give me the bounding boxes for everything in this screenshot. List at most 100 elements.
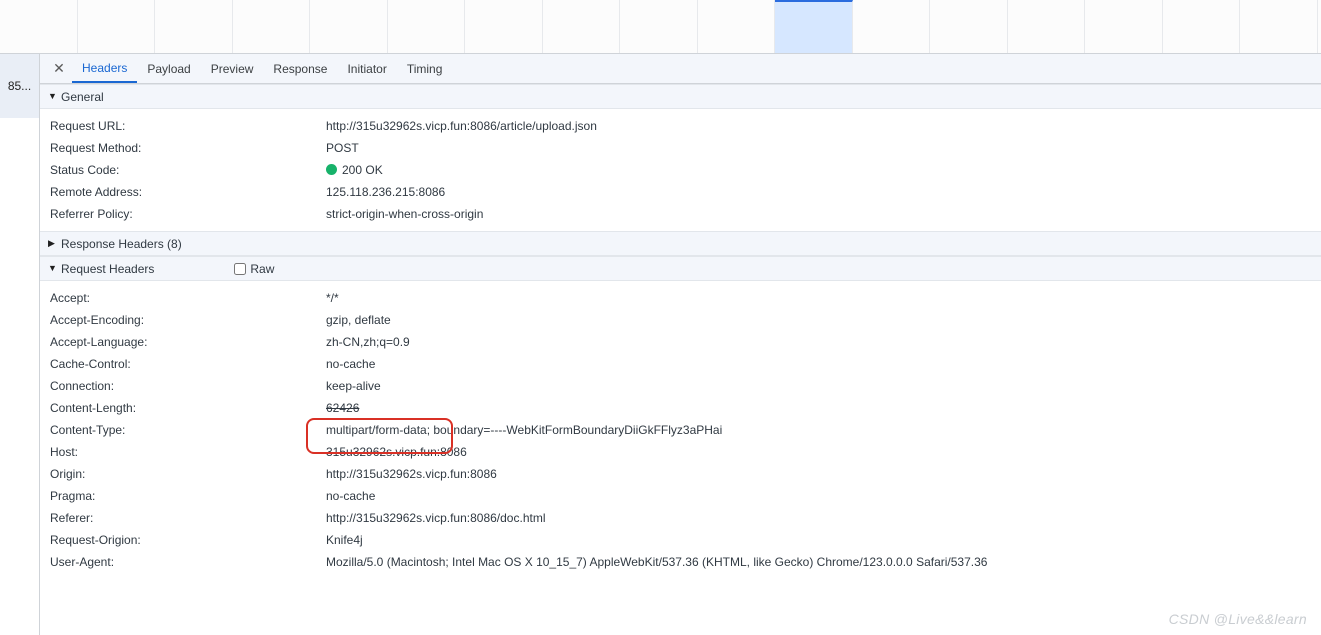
header-value: http://315u32962s.vicp.fun:8086 <box>326 463 1321 485</box>
request-headers-list: Accept:*/*Accept-Encoding:gzip, deflateA… <box>40 281 1321 579</box>
section-response-headers-header[interactable]: Response Headers (8) <box>40 231 1321 256</box>
section-request-headers-title: Request Headers <box>61 262 154 276</box>
timeline-strip <box>0 0 1321 54</box>
status-dot-icon <box>326 164 337 175</box>
tab-timing[interactable]: Timing <box>397 54 453 83</box>
header-row: Request URL:http://315u32962s.vicp.fun:8… <box>50 115 1321 137</box>
raw-checkbox[interactable] <box>234 263 246 275</box>
header-value: no-cache <box>326 353 1321 375</box>
header-row: Connection:keep-alive <box>50 375 1321 397</box>
tab-response[interactable]: Response <box>263 54 337 83</box>
header-row: Origin:http://315u32962s.vicp.fun:8086 <box>50 463 1321 485</box>
header-value: no-cache <box>326 485 1321 507</box>
header-key: Remote Address: <box>50 181 326 203</box>
header-row: Content-Type:multipart/form-data; bounda… <box>50 419 1321 441</box>
timeline-cell <box>1008 0 1086 53</box>
header-key: Request URL: <box>50 115 326 137</box>
header-key: Accept: <box>50 287 326 309</box>
header-value: 125.118.236.215:8086 <box>326 181 1321 203</box>
timeline-cell-active <box>775 0 853 53</box>
header-key: User-Agent: <box>50 551 326 573</box>
request-list-item[interactable]: 85... <box>0 54 39 118</box>
timeline-cell <box>0 0 78 53</box>
header-row: User-Agent:Mozilla/5.0 (Macintosh; Intel… <box>50 551 1321 573</box>
timeline-cell <box>698 0 776 53</box>
timeline-cell <box>310 0 388 53</box>
header-row: Referer:http://315u32962s.vicp.fun:8086/… <box>50 507 1321 529</box>
header-value: http://315u32962s.vicp.fun:8086/article/… <box>326 115 1321 137</box>
header-value: Knife4j <box>326 529 1321 551</box>
tab-headers[interactable]: Headers <box>72 54 137 83</box>
header-row: Host:315u32962s.vicp.fun:8086 <box>50 441 1321 463</box>
timeline-cell <box>853 0 931 53</box>
section-response-headers-title: Response Headers (8) <box>61 237 182 251</box>
header-row: Accept-Encoding:gzip, deflate <box>50 309 1321 331</box>
header-row: Accept:*/* <box>50 287 1321 309</box>
section-general-header[interactable]: General <box>40 84 1321 109</box>
tab-payload[interactable]: Payload <box>137 54 200 83</box>
timeline-cell <box>1240 0 1318 53</box>
chevron-down-icon <box>48 91 57 102</box>
header-key: Host: <box>50 441 326 463</box>
watermark: CSDN @Live&&learn <box>1169 611 1307 627</box>
header-value: 62426 <box>326 397 1321 419</box>
timeline-cell <box>620 0 698 53</box>
header-row: Content-Length:62426 <box>50 397 1321 419</box>
header-value: Mozilla/5.0 (Macintosh; Intel Mac OS X 1… <box>326 551 1321 573</box>
header-value: zh-CN,zh;q=0.9 <box>326 331 1321 353</box>
header-value: strict-origin-when-cross-origin <box>326 203 1321 225</box>
timeline-cell <box>155 0 233 53</box>
header-key: Content-Length: <box>50 397 326 419</box>
section-request-headers-header[interactable]: Request Headers Raw <box>40 256 1321 281</box>
close-icon[interactable]: ✕ <box>46 54 72 83</box>
header-row: Status Code:200 OK <box>50 159 1321 181</box>
timeline-cell <box>1085 0 1163 53</box>
header-value: 200 OK <box>326 159 1321 181</box>
header-value: gzip, deflate <box>326 309 1321 331</box>
header-key: Origin: <box>50 463 326 485</box>
request-list[interactable]: 85... <box>0 54 40 635</box>
timeline-cell <box>1163 0 1241 53</box>
timeline-cell <box>78 0 156 53</box>
header-row: Cache-Control:no-cache <box>50 353 1321 375</box>
header-key: Content-Type: <box>50 419 326 441</box>
header-key: Referrer Policy: <box>50 203 326 225</box>
timeline-cell <box>388 0 466 53</box>
header-value: */* <box>326 287 1321 309</box>
header-value: 315u32962s.vicp.fun:8086 <box>326 441 1321 463</box>
header-value: multipart/form-data; boundary=----WebKit… <box>326 419 1321 441</box>
chevron-down-icon <box>48 263 57 274</box>
header-key: Referer: <box>50 507 326 529</box>
header-key: Request-Origion: <box>50 529 326 551</box>
header-value: http://315u32962s.vicp.fun:8086/doc.html <box>326 507 1321 529</box>
header-key: Cache-Control: <box>50 353 326 375</box>
header-key: Status Code: <box>50 159 326 181</box>
raw-label: Raw <box>250 262 274 276</box>
header-key: Connection: <box>50 375 326 397</box>
header-key: Accept-Language: <box>50 331 326 353</box>
tab-preview[interactable]: Preview <box>201 54 264 83</box>
timeline-cell <box>465 0 543 53</box>
header-row: Request Method:POST <box>50 137 1321 159</box>
header-key: Accept-Encoding: <box>50 309 326 331</box>
chevron-right-icon <box>48 238 57 249</box>
header-value: POST <box>326 137 1321 159</box>
tab-initiator[interactable]: Initiator <box>337 54 396 83</box>
detail-tab-bar: ✕ Headers Payload Preview Response Initi… <box>40 54 1321 84</box>
header-row: Accept-Language:zh-CN,zh;q=0.9 <box>50 331 1321 353</box>
header-row: Remote Address:125.118.236.215:8086 <box>50 181 1321 203</box>
section-general-title: General <box>61 90 104 104</box>
header-key: Request Method: <box>50 137 326 159</box>
header-key: Pragma: <box>50 485 326 507</box>
header-row: Request-Origion:Knife4j <box>50 529 1321 551</box>
header-row: Pragma:no-cache <box>50 485 1321 507</box>
header-row: Referrer Policy:strict-origin-when-cross… <box>50 203 1321 225</box>
detail-panel: ✕ Headers Payload Preview Response Initi… <box>40 54 1321 635</box>
request-list-item-label: 85... <box>8 79 31 93</box>
timeline-cell <box>233 0 311 53</box>
timeline-cell <box>930 0 1008 53</box>
raw-toggle[interactable]: Raw <box>234 262 274 276</box>
general-list: Request URL:http://315u32962s.vicp.fun:8… <box>40 109 1321 231</box>
timeline-cell <box>543 0 621 53</box>
header-value: keep-alive <box>326 375 1321 397</box>
